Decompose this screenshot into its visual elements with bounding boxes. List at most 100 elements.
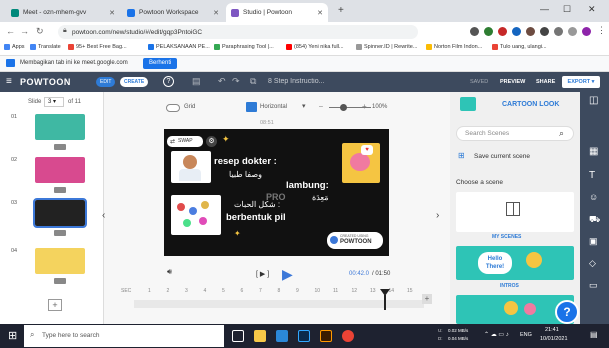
- new-tab-button[interactable]: +: [338, 5, 344, 16]
- puzzle-icon[interactable]: [568, 27, 577, 36]
- clock-date[interactable]: 10/01/2021: [540, 336, 568, 342]
- bookmark-item[interactable]: Tulo uang, ulangi...: [492, 44, 547, 50]
- intros-card[interactable]: Hello There!: [456, 246, 574, 280]
- tray-icons[interactable]: ⌃ ☁ ▭ ♪: [484, 331, 509, 338]
- back-icon[interactable]: ←: [6, 26, 15, 36]
- search-scenes-input[interactable]: Search Scenes ⌕: [456, 126, 574, 141]
- undo-icon[interactable]: ↶: [218, 76, 226, 87]
- close-window-icon[interactable]: ✕: [588, 4, 596, 15]
- play-controls[interactable]: [ ▶ ]: [256, 270, 269, 278]
- zoom-out-icon[interactable]: –: [319, 103, 323, 110]
- zoom-in-icon[interactable]: +: [362, 102, 367, 111]
- slide-stage[interactable]: SWAP ⇄ ⚙ ✦ ♥ resep dokter : وصفا طبيا la…: [164, 129, 389, 256]
- layout-icon[interactable]: ◫: [589, 95, 598, 106]
- pills-image[interactable]: [171, 195, 221, 235]
- camera-icon[interactable]: [54, 230, 66, 236]
- bookmark-item[interactable]: Norton Film Indon...: [426, 44, 482, 50]
- redo-icon[interactable]: ↷: [232, 76, 240, 87]
- text-arabic-2[interactable]: مَعِدَة: [312, 193, 329, 202]
- text-lambung[interactable]: lambung:: [286, 180, 329, 191]
- file-explorer-icon[interactable]: [254, 330, 266, 342]
- prev-slide-icon[interactable]: ‹: [102, 210, 105, 221]
- tab-workspace[interactable]: Powtoon Workspace ✕: [122, 3, 224, 22]
- extension-icon[interactable]: [498, 27, 507, 36]
- tab-studio[interactable]: Studio | Powtoon ✕: [226, 3, 328, 22]
- help-icon[interactable]: ?: [163, 76, 174, 87]
- help-fab-button[interactable]: ?: [555, 300, 579, 324]
- language-indicator[interactable]: ENG: [520, 332, 532, 338]
- bookmark-item[interactable]: 95+ Best Free Bag...: [68, 44, 127, 50]
- camera-icon[interactable]: [54, 187, 66, 193]
- windows-start-icon[interactable]: ⊞: [8, 329, 17, 342]
- hamburger-icon[interactable]: ≡: [6, 76, 12, 87]
- camera-icon[interactable]: [54, 278, 66, 284]
- timeline-track[interactable]: [134, 300, 424, 308]
- url-input[interactable]: 🔒︎ powtoon.com/new/studio/#/edit/gqp3Pnt…: [58, 25, 418, 39]
- text-berbentuk-pil[interactable]: berbentuk pil: [226, 212, 286, 223]
- doctor-image[interactable]: [171, 151, 211, 183]
- text-icon[interactable]: T: [589, 170, 595, 181]
- store-icon[interactable]: [276, 330, 288, 342]
- extension-icon[interactable]: [526, 27, 535, 36]
- timeline-zoom-in[interactable]: +: [422, 294, 432, 304]
- minimize-icon[interactable]: —: [540, 4, 549, 14]
- volume-icon[interactable]: 🔊︎: [167, 267, 172, 277]
- bookmark-apps[interactable]: Apps: [4, 44, 25, 50]
- bookmark-item[interactable]: (854) Yeni nika full...: [286, 44, 344, 50]
- save-scene-icon[interactable]: ⊞: [458, 151, 465, 160]
- slide-number-select[interactable]: 3 ▾: [44, 97, 64, 107]
- add-slide-button[interactable]: +: [48, 299, 62, 311]
- extension-icon[interactable]: [512, 27, 521, 36]
- task-view-icon[interactable]: [232, 330, 244, 342]
- illustrator-icon[interactable]: [320, 330, 332, 342]
- taskbar-search-input[interactable]: ⌕ Type here to search: [24, 325, 224, 347]
- text-arabic-1[interactable]: وصفا طبيا: [229, 170, 262, 179]
- slide-thumbnail-1[interactable]: [35, 114, 85, 140]
- copy-icon[interactable]: ⧉: [250, 76, 256, 87]
- bookmark-translate[interactable]: Translate: [30, 44, 61, 50]
- text-arabic-3[interactable]: شكل الحبات :: [234, 200, 280, 209]
- comment-icon[interactable]: ▤: [192, 76, 201, 87]
- forward-icon[interactable]: →: [20, 26, 29, 36]
- timeline[interactable]: SEC 1 2 3 4 5 6 7 8 9 10 11 12 13 14 15: [114, 286, 434, 314]
- close-icon[interactable]: ✕: [213, 9, 219, 17]
- extension-icon[interactable]: [484, 27, 493, 36]
- maximize-icon[interactable]: ☐: [563, 4, 571, 15]
- reload-icon[interactable]: ↻: [36, 26, 44, 37]
- background-icon[interactable]: ▭: [589, 280, 598, 291]
- next-slide-icon[interactable]: ›: [436, 210, 439, 221]
- zoom-slider-handle[interactable]: [340, 104, 347, 111]
- pattern-icon[interactable]: ▦: [589, 146, 598, 157]
- slide-thumbnail-4[interactable]: [35, 248, 85, 274]
- bookmark-item[interactable]: Paraphrasing Tool |...: [214, 44, 274, 50]
- edit-badge[interactable]: EDIT: [96, 77, 116, 87]
- share-button[interactable]: SHARE: [536, 79, 555, 85]
- slide-thumbnail-3[interactable]: [33, 198, 87, 228]
- avatar[interactable]: [582, 27, 591, 36]
- camera-icon[interactable]: [54, 144, 66, 150]
- tab-meet[interactable]: Meet - ozn-mhem-gvv ✕: [6, 3, 120, 22]
- create-badge[interactable]: CREATE: [120, 77, 149, 87]
- powtoon-title[interactable]: 8 Step Instructio...: [268, 78, 324, 85]
- slide-thumbnail-2[interactable]: [35, 157, 85, 183]
- style-title[interactable]: CARTOON LOOK: [502, 101, 559, 108]
- search-icon[interactable]: ⌕: [559, 128, 564, 139]
- notification-icon[interactable]: ▤: [590, 330, 598, 339]
- export-button[interactable]: EXPORT ▾: [562, 76, 600, 88]
- text-resep-dokter[interactable]: resep dokter :: [214, 156, 277, 167]
- extension-icon[interactable]: [540, 27, 549, 36]
- gear-icon[interactable]: ⚙: [206, 136, 217, 147]
- orientation-label[interactable]: Horizontal: [260, 104, 287, 110]
- chrome-icon[interactable]: [342, 330, 354, 342]
- bookmark-item[interactable]: PELAKSANAAN PE...: [148, 44, 210, 50]
- stop-sharing-button[interactable]: Berhenti: [143, 58, 178, 69]
- chevron-down-icon[interactable]: ▾: [302, 102, 306, 110]
- props-icon[interactable]: ⛟: [589, 214, 600, 226]
- photoshop-icon[interactable]: [298, 330, 310, 342]
- preview-button[interactable]: PREVIEW: [500, 79, 525, 85]
- shapes-icon[interactable]: ◇: [589, 258, 596, 269]
- stomach-image[interactable]: ♥: [342, 143, 380, 183]
- extension-icon[interactable]: [554, 27, 563, 36]
- my-scenes-card[interactable]: [456, 192, 574, 232]
- menu-icon[interactable]: ⋮: [597, 25, 606, 36]
